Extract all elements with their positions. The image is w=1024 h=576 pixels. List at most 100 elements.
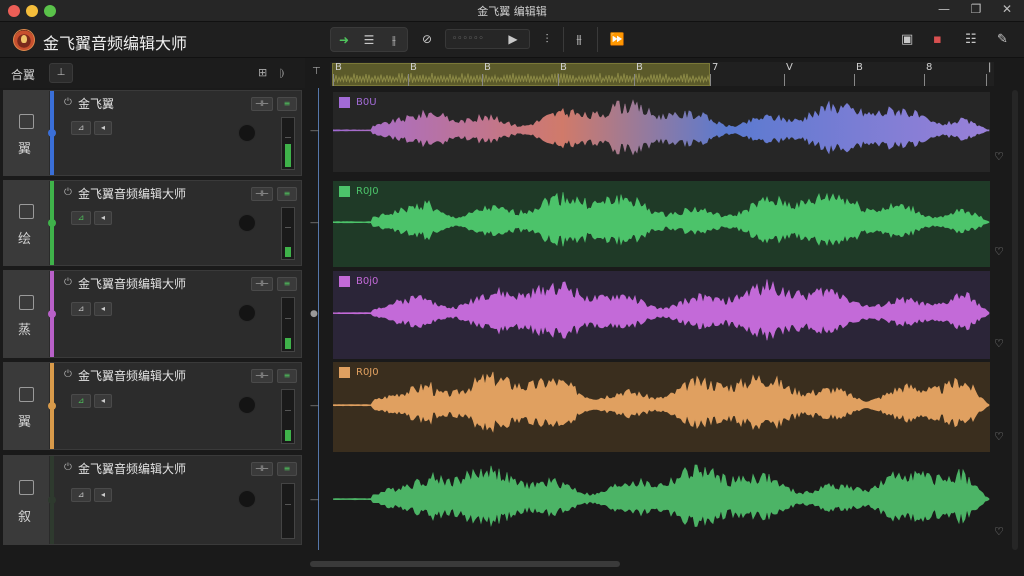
horizontal-scrollbar[interactable] — [310, 561, 620, 567]
track-lane[interactable]: R0J0 — [333, 362, 990, 452]
vertical-scrollbar[interactable] — [1012, 90, 1018, 550]
track-pan-knob[interactable] — [238, 396, 256, 415]
track-mode-button[interactable]: ⊿ — [71, 393, 91, 408]
track-route-button[interactable]: ⊣⊢ — [251, 277, 273, 291]
track-select-checkbox[interactable] — [19, 294, 34, 310]
add-track-button[interactable]: ⊥ — [49, 63, 73, 83]
track-route-button[interactable]: ⊣⊢ — [251, 97, 273, 111]
favorite-icon[interactable]: ♡ — [994, 337, 1004, 350]
waveform — [333, 464, 990, 527]
track-select-checkbox[interactable] — [19, 204, 34, 220]
track-eq-button[interactable]: ≡ — [277, 277, 297, 291]
edit-tool-group: ➜ ☰ ⫲ — [330, 27, 408, 52]
track-level-meter — [281, 297, 295, 352]
track-mode-button[interactable]: ⊿ — [71, 487, 91, 502]
track-lane[interactable]: B0j0 — [333, 271, 990, 359]
track-eq-button[interactable]: ≡ — [277, 97, 297, 111]
mixer-icon[interactable]: ▪ — [933, 32, 942, 47]
loop-region[interactable] — [332, 63, 713, 86]
collapse-icon[interactable]: ⦈ — [280, 66, 284, 80]
track-connector-dot — [48, 219, 56, 227]
track-select-checkbox[interactable] — [19, 114, 34, 130]
toolbar-divider — [597, 27, 598, 52]
ruler-tick — [634, 74, 635, 86]
track-header[interactable]: 翼 ⏻ 金飞翼音频编辑大师 ⊣⊢ ≡ ⊿ ◂ — [3, 362, 302, 450]
split-tool-icon[interactable]: ⫲ — [384, 31, 404, 49]
window-layout-icon[interactable]: ▣ — [901, 32, 913, 47]
waveform — [333, 99, 990, 156]
track-name[interactable]: 金飞翼音频编辑大师 — [78, 275, 186, 292]
clip-color-swatch — [339, 186, 350, 197]
favorite-icon[interactable]: ♡ — [994, 245, 1004, 258]
ruler-tick — [408, 74, 409, 86]
waveform — [333, 371, 990, 433]
track-side-label: 叙 — [18, 509, 32, 525]
track-lane[interactable]: R0J0 — [333, 181, 990, 267]
power-icon[interactable]: ⏻ — [64, 187, 72, 198]
track-name[interactable]: 金飞翼 — [78, 95, 114, 112]
track-mode-button[interactable]: ⊿ — [71, 121, 91, 136]
track-pan-knob[interactable] — [238, 304, 256, 323]
fast-forward-icon[interactable]: ⏩ — [607, 30, 627, 48]
track-monitor-button[interactable]: ◂ — [94, 301, 112, 316]
track-name[interactable]: 金飞翼音频编辑大师 — [78, 185, 186, 202]
playhead[interactable] — [318, 88, 319, 550]
close-icon[interactable]: ✕ — [999, 2, 1015, 16]
track-lane[interactable] — [333, 455, 990, 547]
list-icon[interactable]: ☰ — [359, 31, 379, 49]
ruler-tick — [333, 74, 334, 86]
clip-name: B0j0 — [356, 276, 379, 287]
track-eq-button[interactable]: ≡ — [277, 462, 297, 476]
track-header[interactable]: 蒸 ⏻ 金飞翼音频编辑大师 ⊣⊢ ≡ ⊿ ◂ — [3, 270, 302, 358]
track-pan-knob[interactable] — [238, 490, 256, 509]
track-select-checkbox[interactable] — [19, 386, 34, 402]
track-monitor-button[interactable]: ◂ — [94, 121, 112, 136]
track-mode-button[interactable]: ⊿ — [71, 211, 91, 226]
ruler-tick — [854, 74, 855, 86]
track-lane[interactable]: B0U — [333, 92, 990, 172]
favorite-icon[interactable]: ♡ — [994, 525, 1004, 538]
minimize-icon[interactable]: — — [936, 2, 952, 16]
track-pan-knob[interactable] — [238, 213, 256, 232]
toolbar-divider — [563, 27, 564, 52]
track-monitor-button[interactable]: ◂ — [94, 211, 112, 226]
track-header[interactable]: 叙 ⏻ 金飞翼音频编辑大师 ⊣⊢ ≡ ⊿ ◂ — [3, 455, 302, 545]
lane-marker: — — [310, 495, 319, 505]
power-icon[interactable]: ⏻ — [64, 277, 72, 288]
track-eq-button[interactable]: ≡ — [277, 369, 297, 383]
track-route-button[interactable]: ⊣⊢ — [251, 462, 273, 476]
grid-icon[interactable]: ⊞ — [258, 66, 267, 79]
track-side-panel — [4, 181, 50, 265]
ruler-tick — [924, 74, 925, 86]
power-icon[interactable]: ⏻ — [64, 369, 72, 380]
link-icon[interactable]: ⊘ — [417, 30, 437, 48]
level-icon[interactable]: ⫶ — [537, 30, 557, 48]
marker-icon[interactable]: ⫵ — [569, 30, 589, 48]
track-level-meter — [281, 483, 295, 539]
track-name[interactable]: 金飞翼音频编辑大师 — [78, 367, 186, 384]
cursor-tool-icon[interactable]: ➜ — [334, 31, 354, 49]
track-monitor-button[interactable]: ◂ — [94, 487, 112, 502]
track-mode-button[interactable]: ⊿ — [71, 301, 91, 316]
settings-list-icon[interactable]: ☷ — [965, 32, 977, 47]
track-header[interactable]: 翼 ⏻ 金飞翼 ⊣⊢ ≡ ⊿ ◂ — [3, 90, 302, 176]
play-icon[interactable]: ▶ — [503, 30, 523, 48]
restore-icon[interactable]: ❐ — [968, 2, 984, 16]
favorite-icon[interactable]: ♡ — [994, 150, 1004, 163]
power-icon[interactable]: ⏻ — [64, 97, 72, 108]
clip-name: B0U — [356, 97, 377, 108]
track-eq-button[interactable]: ≡ — [277, 187, 297, 201]
track-side-panel — [4, 91, 50, 175]
pen-tool-icon[interactable]: ✎ — [997, 32, 1008, 47]
power-icon[interactable]: ⏻ — [64, 462, 72, 473]
track-select-checkbox[interactable] — [19, 480, 34, 496]
timeline-filter-icon[interactable]: ⊤ — [312, 66, 321, 77]
track-name[interactable]: 金飞翼音频编辑大师 — [78, 460, 186, 477]
track-header[interactable]: 绘 ⏻ 金飞翼音频编辑大师 ⊣⊢ ≡ ⊿ ◂ — [3, 180, 302, 266]
track-monitor-button[interactable]: ◂ — [94, 393, 112, 408]
track-pan-knob[interactable] — [238, 123, 256, 142]
favorite-icon[interactable]: ♡ — [994, 430, 1004, 443]
ruler-tick-label: B — [335, 62, 342, 73]
track-route-button[interactable]: ⊣⊢ — [251, 187, 273, 201]
track-route-button[interactable]: ⊣⊢ — [251, 369, 273, 383]
